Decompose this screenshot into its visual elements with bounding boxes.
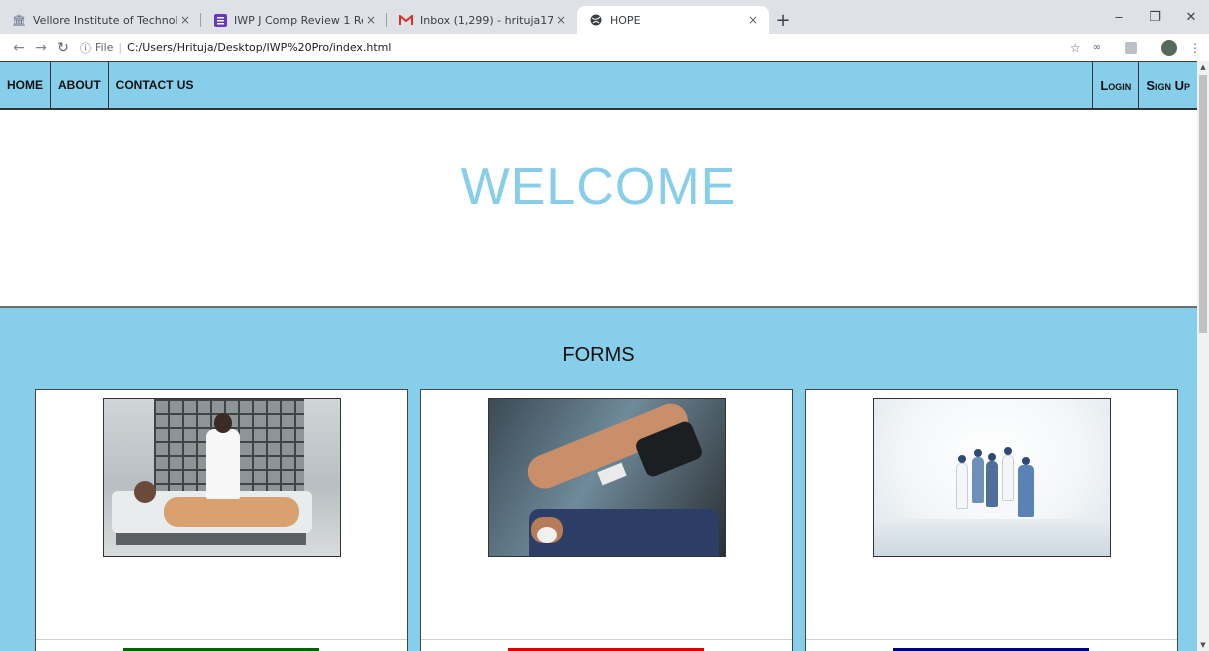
extension-infinity-icon[interactable]: ∞ — [1093, 42, 1101, 53]
address-bar[interactable]: ⓘ File | C:/Users/Hrituja/Desktop/IWP%20… — [80, 40, 391, 56]
browser-tab-vit[interactable]: 🏛 Vellore Institute of Technology (V × — [0, 6, 201, 34]
minimize-icon[interactable]: ‒ — [1101, 0, 1137, 34]
tab-title: Vellore Institute of Technology (V — [33, 13, 177, 27]
forms-icon — [213, 13, 227, 27]
browser-tab-iwp-report[interactable]: IWP J Comp Review 1 Report × — [201, 6, 387, 34]
nav-login-link[interactable]: Login — [1092, 62, 1138, 108]
window-controls: ‒ ❐ ✕ — [1101, 0, 1209, 34]
tab-title: HOPE — [610, 13, 641, 27]
extension-icon[interactable] — [1113, 41, 1137, 54]
nav-about-link[interactable]: ABOUT — [51, 62, 109, 108]
form-card-patient — [35, 389, 408, 651]
close-tab-icon[interactable]: × — [745, 13, 761, 27]
restore-icon[interactable]: ❐ — [1137, 0, 1173, 34]
menu-kebab-icon[interactable]: ⋮ — [1189, 41, 1201, 55]
tab-title: IWP J Comp Review 1 Report — [234, 13, 363, 27]
toolbar-actions: ☆ ∞ ⋮ — [1058, 34, 1201, 61]
nav-home-link[interactable]: HOME — [0, 62, 51, 108]
forms-heading: FORMS — [562, 344, 635, 366]
forms-section: FORMS — [0, 306, 1197, 651]
close-tab-icon[interactable]: × — [363, 13, 379, 27]
blood-donation-photo — [488, 398, 726, 557]
profile-avatar-icon[interactable] — [1149, 39, 1177, 56]
card-divider — [421, 639, 792, 640]
url-path: C:/Users/Hrituja/Desktop/IWP%20Pro/index… — [127, 41, 392, 54]
scroll-down-arrow-icon[interactable]: ▼ — [1197, 639, 1209, 651]
close-window-icon[interactable]: ✕ — [1173, 0, 1209, 34]
url-separator: | — [118, 41, 123, 54]
site-navbar: HOME ABOUT CONTACT US Login Sign Up — [0, 61, 1197, 110]
nav-signup-link[interactable]: Sign Up — [1138, 62, 1197, 108]
browser-toolbar: ← → ↻ ⓘ File | C:/Users/Hrituja/Desktop/… — [0, 34, 1209, 61]
scrollbar-thumb[interactable] — [1199, 75, 1207, 333]
forward-icon[interactable]: → — [30, 40, 52, 56]
welcome-section: WELCOME — [0, 110, 1197, 308]
card-divider — [806, 639, 1177, 640]
new-tab-button[interactable]: + — [769, 6, 797, 34]
page-viewport: HOME ABOUT CONTACT US Login Sign Up WELC… — [0, 61, 1197, 651]
nav-contact-link[interactable]: CONTACT US — [109, 62, 201, 108]
card-divider — [36, 639, 407, 640]
welcome-heading: WELCOME — [460, 158, 737, 216]
close-tab-icon[interactable]: × — [177, 13, 193, 27]
info-icon[interactable]: ⓘ — [80, 40, 91, 56]
back-icon[interactable]: ← — [8, 40, 30, 56]
patient-in-hospital-bed-photo — [103, 398, 341, 557]
reload-icon[interactable]: ↻ — [52, 40, 74, 56]
form-card-blood-donation — [420, 389, 793, 651]
url-scheme: File — [95, 41, 114, 54]
browser-tab-gmail[interactable]: Inbox (1,299) - hrituja17.hs@gma × — [387, 6, 577, 34]
close-tab-icon[interactable]: × — [553, 13, 569, 27]
bookmark-star-icon[interactable]: ☆ — [1070, 41, 1081, 55]
browser-tab-hope[interactable]: HOPE × — [577, 6, 769, 34]
university-icon: 🏛 — [12, 13, 26, 27]
tab-title: Inbox (1,299) - hrituja17.hs@gma — [420, 13, 553, 27]
globe-icon — [589, 13, 603, 27]
browser-tab-strip: 🏛 Vellore Institute of Technology (V × I… — [0, 0, 1209, 34]
scroll-up-arrow-icon[interactable]: ▲ — [1197, 61, 1209, 73]
gmail-icon — [399, 13, 413, 27]
doctors-in-hallway-photo — [873, 398, 1111, 557]
form-card-doctors — [805, 389, 1178, 651]
page-scrollbar[interactable]: ▲ ▼ — [1197, 61, 1209, 651]
